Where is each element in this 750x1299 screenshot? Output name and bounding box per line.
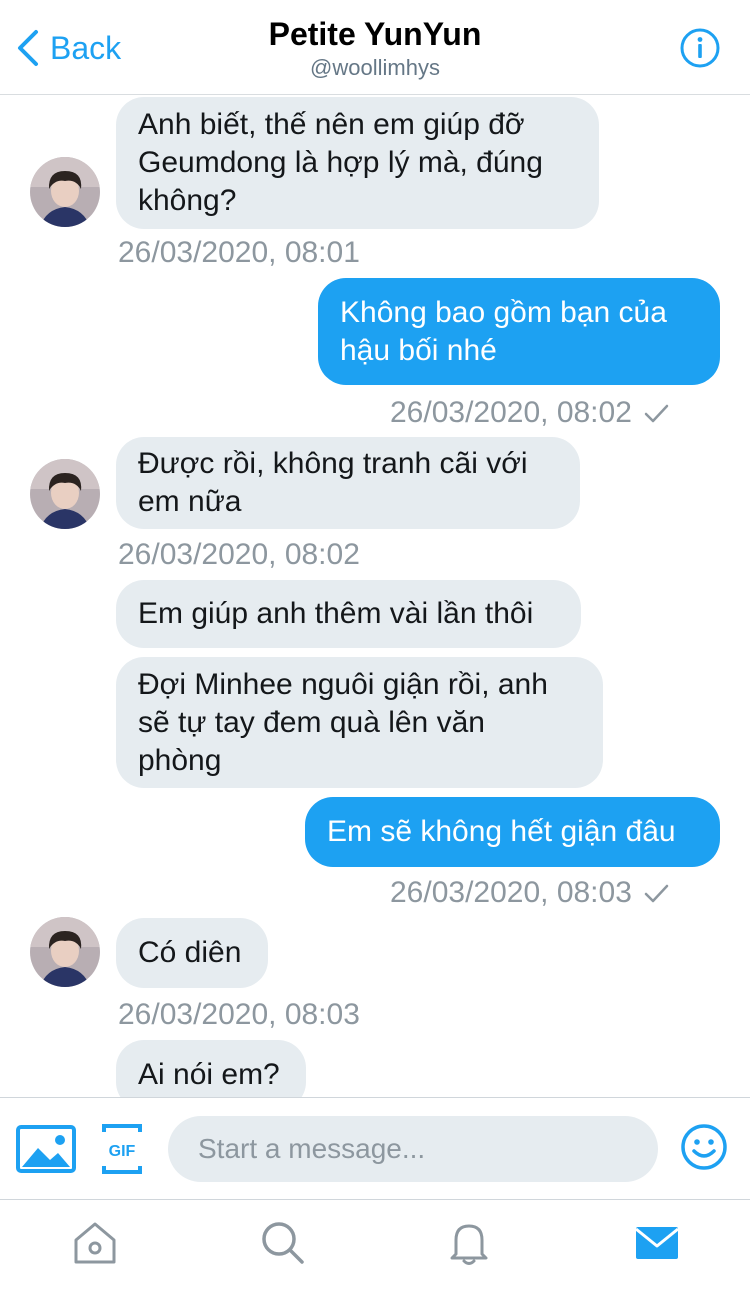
- message-timestamp: 26/03/2020, 08:02: [118, 538, 360, 571]
- message-text: Anh biết, thế nên em giúp đỡ Geumdong là…: [138, 108, 543, 217]
- conversation-handle: @woollimhys: [310, 55, 440, 80]
- checkmark-icon: [644, 404, 669, 423]
- message-timestamp-sent: 26/03/2020, 08:03: [390, 875, 670, 911]
- checkmark-icon: [644, 884, 669, 903]
- title-block: Petite YunYun @woollimhys: [0, 14, 750, 82]
- message-timestamp-sent: 26/03/2020, 08:02: [390, 395, 670, 431]
- message-bubble-sent[interactable]: Không bao gồm bạn của hậu bối nhé: [318, 278, 720, 385]
- avatar-photo-icon: [30, 917, 100, 987]
- message-input[interactable]: [168, 1116, 658, 1182]
- message-timestamp: 26/03/2020, 08:01: [118, 236, 360, 269]
- message-bubble-received[interactable]: Có diên: [116, 918, 268, 988]
- message-text: Không bao gồm bạn của hậu bối nhé: [340, 295, 667, 367]
- avatar[interactable]: [30, 917, 100, 987]
- message-bubble-sent[interactable]: Em sẽ không hết giận đâu: [305, 797, 720, 867]
- messages-icon[interactable]: [632, 1218, 682, 1268]
- gif-icon[interactable]: GIF: [102, 1124, 142, 1174]
- avatar-photo-icon: [30, 459, 100, 529]
- message-timestamp: 26/03/2020, 08:03: [118, 998, 360, 1031]
- avatar-photo-icon: [30, 157, 100, 227]
- conversation-thread[interactable]: Anh biết, thế nên em giúp đỡ Geumdong là…: [0, 95, 750, 1097]
- timestamp-text: 26/03/2020, 08:02: [390, 396, 632, 429]
- message-bubble-received[interactable]: Ai nói em?: [116, 1040, 306, 1097]
- message-bubble-received[interactable]: Đợi Minhee nguôi giận rồi, anh sẽ tự tay…: [116, 657, 603, 788]
- conversation-header: Back Petite YunYun @woollimhys: [0, 0, 750, 95]
- message-bubble-received[interactable]: Được rồi, không tranh cãi với em nữa: [116, 437, 580, 529]
- emoji-icon[interactable]: [680, 1123, 728, 1171]
- tab-bar: [0, 1199, 750, 1299]
- info-icon[interactable]: [680, 28, 720, 68]
- message-text: Em sẽ không hết giận đâu: [327, 815, 676, 848]
- gif-label: GIF: [109, 1143, 136, 1160]
- conversation-title: Petite YunYun: [268, 16, 482, 52]
- message-text: Được rồi, không tranh cãi với em nữa: [138, 447, 528, 518]
- home-icon[interactable]: [70, 1218, 120, 1268]
- avatar[interactable]: [30, 459, 100, 529]
- notifications-icon[interactable]: [444, 1218, 494, 1268]
- avatar[interactable]: [30, 157, 100, 227]
- search-icon[interactable]: [258, 1218, 308, 1268]
- timestamp-text: 26/03/2020, 08:03: [390, 876, 632, 909]
- message-text: Có diên: [138, 936, 242, 969]
- message-text: Em giúp anh thêm vài lần thôi: [138, 597, 534, 630]
- message-bubble-received[interactable]: Anh biết, thế nên em giúp đỡ Geumdong là…: [116, 97, 599, 229]
- message-bubble-received[interactable]: Em giúp anh thêm vài lần thôi: [116, 580, 581, 648]
- message-text: Đợi Minhee nguôi giận rồi, anh sẽ tự tay…: [138, 667, 548, 777]
- message-text: Ai nói em?: [138, 1058, 280, 1091]
- photo-icon[interactable]: [16, 1124, 76, 1174]
- message-composer: GIF: [0, 1097, 750, 1199]
